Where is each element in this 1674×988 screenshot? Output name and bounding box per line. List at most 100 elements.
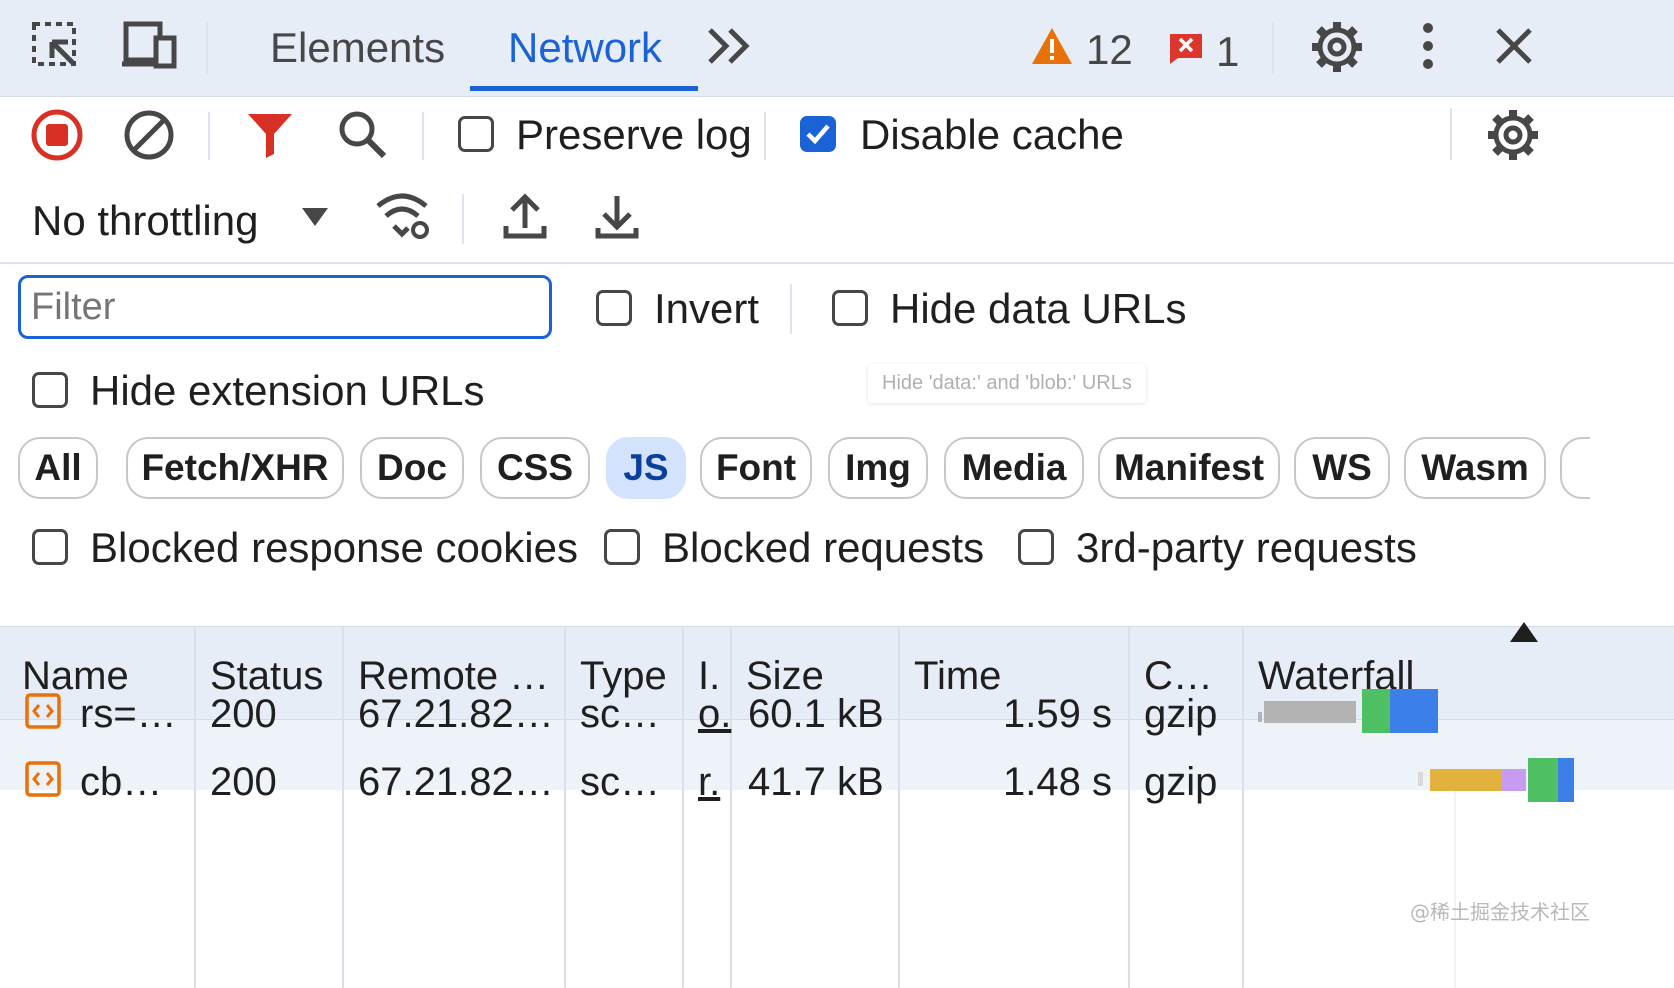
separator [790, 284, 792, 334]
type-filter-all[interactable]: All [18, 437, 98, 499]
clear-icon[interactable] [122, 108, 176, 162]
invert-checkbox[interactable] [596, 290, 632, 326]
script-file-icon [24, 760, 62, 798]
hide-data-urls-label[interactable]: Hide data URLs [890, 288, 1186, 330]
tab-elements[interactable]: Elements [270, 24, 445, 72]
more-tabs-chevron-icon[interactable] [706, 26, 752, 66]
row-name[interactable]: cb… [80, 760, 162, 805]
filter-input[interactable] [18, 275, 552, 339]
hide-extension-urls-label[interactable]: Hide extension URLs [90, 370, 485, 412]
record-stop-icon[interactable] [30, 108, 84, 162]
column-divider [342, 626, 344, 988]
sort-ascending-icon[interactable] [1508, 620, 1540, 646]
row-status: 200 [210, 760, 277, 804]
waterfall-bar-queue [1258, 712, 1262, 722]
type-filter-img[interactable]: Img [828, 437, 928, 499]
preserve-log-checkbox[interactable] [458, 116, 494, 152]
script-file-icon [24, 692, 62, 730]
waterfall-bar-ttfb [1528, 758, 1558, 802]
search-icon[interactable] [336, 108, 390, 162]
device-toolbar-icon[interactable] [120, 20, 180, 74]
waterfall-bar-waiting [1264, 701, 1356, 723]
tooltip: Hide 'data:' and 'blob:' URLs [868, 364, 1146, 403]
tab-network[interactable]: Network [508, 24, 662, 72]
hide-extension-urls-checkbox[interactable] [32, 372, 68, 408]
waterfall-bar-stalled [1430, 769, 1502, 791]
type-filter-css[interactable]: CSS [480, 437, 590, 499]
type-filter-font[interactable]: Font [700, 437, 812, 499]
waterfall-bar-queue [1418, 772, 1423, 786]
filter-funnel-icon[interactable] [246, 110, 294, 160]
disable-cache-checkbox[interactable] [800, 116, 836, 152]
preserve-log-label[interactable]: Preserve log [516, 114, 752, 156]
type-filter-js[interactable]: JS [606, 437, 686, 499]
column-divider [898, 626, 900, 988]
throttling-select[interactable]: No throttling [32, 200, 258, 242]
separator [764, 112, 766, 160]
blocked-requests-checkbox[interactable] [604, 529, 640, 565]
row-encoding: gzip [1144, 692, 1218, 736]
error-icon[interactable] [1168, 30, 1204, 66]
waterfall-bar-download [1390, 689, 1438, 733]
row-time: 1.48 s [1003, 760, 1112, 804]
row-size: 60.1 kB [748, 692, 884, 736]
tab-network-underline [470, 86, 698, 91]
network-settings-gear-icon[interactable] [1486, 108, 1540, 162]
close-icon[interactable] [1494, 26, 1534, 66]
waterfall-bar-ttfb [1362, 689, 1390, 733]
column-divider [564, 626, 566, 988]
separator [462, 194, 464, 244]
disable-cache-label[interactable]: Disable cache [860, 114, 1124, 156]
row-type: sc… [580, 692, 660, 736]
warnings-count[interactable]: 12 [1086, 26, 1133, 74]
divider [0, 262, 1674, 264]
hide-data-urls-checkbox[interactable] [832, 290, 868, 326]
separator [206, 22, 208, 74]
dropdown-arrow-icon[interactable] [300, 206, 330, 228]
separator [1272, 22, 1274, 74]
type-filter-overflow[interactable] [1560, 437, 1590, 499]
type-filter-wasm[interactable]: Wasm [1404, 437, 1546, 499]
column-divider [730, 626, 732, 988]
more-options-icon[interactable] [1418, 22, 1438, 72]
export-har-download-icon[interactable] [594, 192, 640, 242]
type-filter-fetch-xhr[interactable]: Fetch/XHR [126, 437, 344, 499]
third-party-requests-label[interactable]: 3rd-party requests [1076, 527, 1417, 569]
type-filter-ws[interactable]: WS [1294, 437, 1390, 499]
waterfall-bar-download [1558, 758, 1574, 802]
invert-label[interactable]: Invert [654, 288, 759, 330]
row-remote: 67.21.82… [358, 692, 554, 736]
blocked-response-cookies-label[interactable]: Blocked response cookies [90, 527, 578, 569]
column-divider [1242, 626, 1244, 988]
waterfall-gridline [1454, 720, 1456, 988]
type-filter-media[interactable]: Media [944, 437, 1084, 499]
row-type: sc… [580, 760, 660, 804]
row-initiator-link[interactable]: r. [698, 760, 720, 805]
blocked-response-cookies-checkbox[interactable] [32, 529, 68, 565]
settings-gear-icon[interactable] [1310, 20, 1364, 74]
third-party-requests-checkbox[interactable] [1018, 529, 1054, 565]
column-divider [682, 626, 684, 988]
type-filter-manifest[interactable]: Manifest [1098, 437, 1280, 499]
warning-icon[interactable] [1030, 26, 1074, 66]
row-size: 41.7 kB [748, 760, 884, 804]
type-filter-doc[interactable]: Doc [360, 437, 464, 499]
separator [422, 112, 424, 160]
separator [208, 112, 210, 160]
column-divider [1128, 626, 1130, 988]
row-time: 1.59 s [1003, 692, 1112, 736]
row-encoding: gzip [1144, 760, 1218, 804]
blocked-requests-label[interactable]: Blocked requests [662, 527, 984, 569]
waterfall-bar-request [1502, 769, 1526, 791]
row-remote: 67.21.82… [358, 760, 554, 804]
errors-count[interactable]: 1 [1216, 28, 1239, 76]
inspect-element-icon[interactable] [30, 20, 84, 74]
separator [1450, 108, 1452, 160]
import-har-upload-icon[interactable] [502, 192, 548, 242]
network-conditions-icon[interactable] [374, 192, 434, 242]
row-name[interactable]: rs=… [80, 692, 177, 737]
row-status: 200 [210, 692, 277, 736]
column-divider [194, 626, 196, 988]
watermark: @稀土掘金技术社区 [1410, 900, 1590, 924]
row-initiator-link[interactable]: o. [698, 692, 731, 737]
